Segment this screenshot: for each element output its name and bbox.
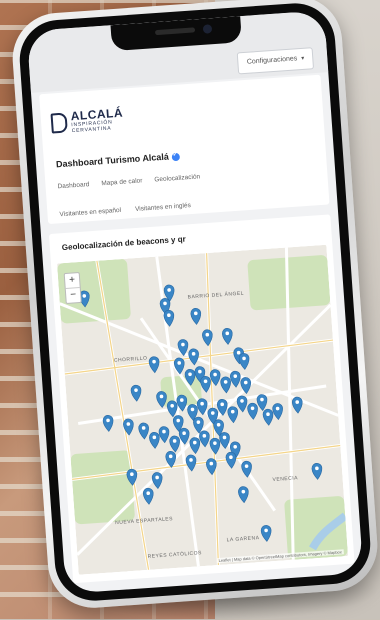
map-card: Geolocalización de beacons y qr + − BARR… xyxy=(48,214,355,584)
logo-mark-icon xyxy=(50,112,68,134)
tab-visitantes-espanol[interactable]: Visitantes en español xyxy=(59,207,121,218)
main-tabs: Dashboard Mapa de calor Geolocalización xyxy=(57,165,315,190)
tab-dashboard[interactable]: Dashboard xyxy=(57,181,89,190)
tab-geolocalizacion[interactable]: Geolocalización xyxy=(154,173,200,183)
alcala-logo: ALCALÁ INSPIRACIÓN CERVANTINA xyxy=(50,106,124,136)
zoom-in-button[interactable]: + xyxy=(65,273,80,288)
geolocation-map[interactable]: + − BARRIO DEL ÁNGEL CHORRILLO VENECIA N… xyxy=(56,244,349,575)
configuraciones-label: Configuraciones xyxy=(246,55,298,66)
caret-down-icon: ▾ xyxy=(301,55,305,62)
page-title: Dashboard Turismo Alcalá xyxy=(55,151,181,170)
map-title: Geolocalización de beacons y qr xyxy=(61,234,186,253)
phone-mockup: Configuraciones ▾ ALCALÁ INSPIRACIÓN CER… xyxy=(9,0,380,611)
tab-mapa-de-calor[interactable]: Mapa de calor xyxy=(101,177,143,187)
dashboard-header-card: ALCALÁ INSPIRACIÓN CERVANTINA Dashboard … xyxy=(39,74,330,225)
phone-screen: Configuraciones ▾ ALCALÁ INSPIRACIÓN CER… xyxy=(26,10,364,594)
camera-icon xyxy=(202,24,213,34)
zoom-out-button[interactable]: − xyxy=(65,287,81,303)
speaker-icon xyxy=(154,27,196,36)
zoom-control: + − xyxy=(63,271,82,305)
verified-icon xyxy=(171,152,181,161)
sub-tabs: Visitantes en español Visitantes en ingl… xyxy=(59,193,317,218)
page-title-text: Dashboard Turismo Alcalá xyxy=(55,151,170,170)
park-area xyxy=(70,450,135,525)
tab-visitantes-ingles[interactable]: Visitantes en inglés xyxy=(135,202,191,213)
configuraciones-button[interactable]: Configuraciones ▾ xyxy=(237,47,315,75)
